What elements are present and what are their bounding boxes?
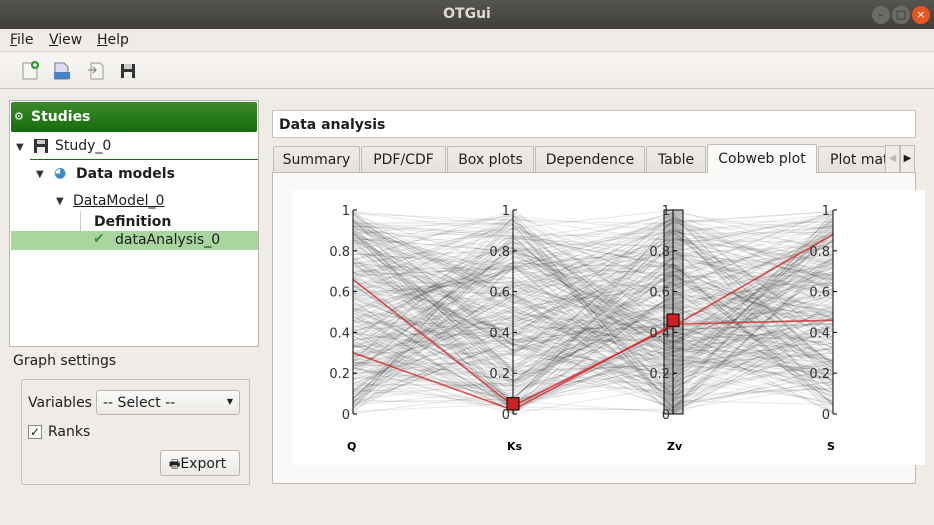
export-button[interactable]: 🖶Export xyxy=(160,450,240,476)
tree-item-analysis[interactable]: ✔ dataAnalysis_0 xyxy=(11,231,258,250)
axis-label: Zv xyxy=(667,440,683,453)
menu-file-label: File xyxy=(10,32,34,48)
ranks-label: Ranks xyxy=(48,424,91,440)
tick-label: 0.4 xyxy=(649,326,670,341)
tree-item-definition[interactable]: Definition xyxy=(94,214,171,230)
divider xyxy=(30,159,258,160)
tree-item-data-models[interactable]: Data models xyxy=(76,166,175,182)
tree-item-datamodel[interactable]: DataModel_0 xyxy=(73,193,164,209)
study-save-icon xyxy=(34,139,48,153)
studies-header: ⚙ Studies xyxy=(11,102,257,132)
tab-scroll-right-button[interactable]: ▶ xyxy=(900,145,915,173)
tick-label: 0.4 xyxy=(329,326,350,341)
selection-handle xyxy=(506,397,520,411)
data-models-icon: ◕ xyxy=(54,165,67,181)
tick-label: 0.8 xyxy=(489,245,510,260)
ranks-checkbox[interactable]: ✓ xyxy=(28,425,42,439)
studies-icon: ⚙ xyxy=(14,110,24,123)
expand-arrow-icon[interactable]: ▼ xyxy=(36,169,44,180)
cobweb-chart: 0 0.2 0.4 0.6 0.8 1 Q 0 0.2 0.4 0.6 0.8 1 Ks 0 0.2 0.4 0.… xyxy=(329,204,837,453)
axis-label: Q xyxy=(347,440,356,453)
tick-label: 0.6 xyxy=(489,286,510,301)
tick-label: 0.2 xyxy=(649,367,670,382)
tick-label: 0.8 xyxy=(809,245,830,260)
chevron-down-icon: ▼ xyxy=(226,397,233,406)
tick-label: 0.2 xyxy=(329,367,350,382)
tick-label: 0.8 xyxy=(329,245,350,260)
tick-label: 1 xyxy=(342,204,350,219)
axis-label: S xyxy=(827,440,835,453)
tab-table[interactable]: Table xyxy=(646,146,706,172)
tick-label: 0.8 xyxy=(649,245,670,260)
tick-label: 0.6 xyxy=(329,286,350,301)
tick-label: 0.6 xyxy=(649,286,670,301)
page-title: Data analysis xyxy=(272,110,916,138)
menu-view-label: View xyxy=(49,32,83,48)
variables-select[interactable]: -- Select -- ▼ xyxy=(96,390,240,415)
tick-label: 0.4 xyxy=(809,326,830,341)
expand-arrow-icon[interactable]: ▼ xyxy=(56,196,64,207)
menu-file[interactable]: FileFile xyxy=(10,32,34,48)
maximize-button[interactable]: □ xyxy=(892,6,910,24)
axis-label: Ks xyxy=(507,440,523,453)
background-lines xyxy=(352,209,834,415)
cobweb-plot: 0 0.2 0.4 0.6 0.8 1 Q 0 0.2 0.4 0.6 0.8 1 Ks 0 0.2 0.4 0.… xyxy=(292,190,925,465)
menu-help[interactable]: HelpHelp xyxy=(97,32,129,48)
tick-label: 1 xyxy=(822,204,830,219)
studies-tree: ⚙ Studies ▼ Study_0 ▼ ◕ Data models ▼ Dat… xyxy=(9,100,259,347)
menu-help-label: Help xyxy=(97,32,129,48)
tab-cobweb-plot[interactable]: Cobweb plot xyxy=(707,144,817,173)
toolbar xyxy=(0,53,934,89)
tick-label: 0 xyxy=(822,408,830,423)
graph-settings-label: Graph settings xyxy=(13,353,117,369)
tick-label: 0 xyxy=(662,408,670,423)
menu-view[interactable]: ViewView xyxy=(49,32,83,48)
tick-label: 0.4 xyxy=(489,326,510,341)
tick-label: 0.2 xyxy=(489,367,510,382)
tab-dependence[interactable]: Dependence xyxy=(535,146,645,172)
tab-pdf-cdf[interactable]: PDF/CDF xyxy=(361,146,446,172)
tick-label: 0 xyxy=(342,408,350,423)
tick-label: 1 xyxy=(662,204,670,219)
tick-label: 0.6 xyxy=(809,286,830,301)
save-icon[interactable] xyxy=(118,61,138,81)
tick-label: 1 xyxy=(502,204,510,219)
minimize-button[interactable]: – xyxy=(872,6,890,24)
tab-box-plots[interactable]: Box plots xyxy=(447,146,534,172)
close-button[interactable]: × xyxy=(912,6,930,24)
selection-handle xyxy=(666,313,680,327)
window-title: OTGui xyxy=(443,6,491,22)
tab-scroll-left-button[interactable]: ◀ xyxy=(885,145,900,173)
menu-bar: FileFile ViewView HelpHelp xyxy=(0,29,934,52)
tab-summary[interactable]: Summary xyxy=(273,146,360,172)
title-bar: OTGui xyxy=(0,0,934,29)
open-study-icon[interactable] xyxy=(52,61,72,81)
tick-label: 0.2 xyxy=(809,367,830,382)
new-study-icon[interactable] xyxy=(20,61,40,81)
check-icon: ✔ xyxy=(93,231,105,247)
expand-arrow-icon[interactable]: ▼ xyxy=(16,142,24,153)
tree-item-study[interactable]: Study_0 xyxy=(55,138,111,154)
import-icon[interactable] xyxy=(86,61,106,81)
variables-label: Variables xyxy=(28,395,92,411)
export-icon: 🖶 xyxy=(169,457,181,471)
